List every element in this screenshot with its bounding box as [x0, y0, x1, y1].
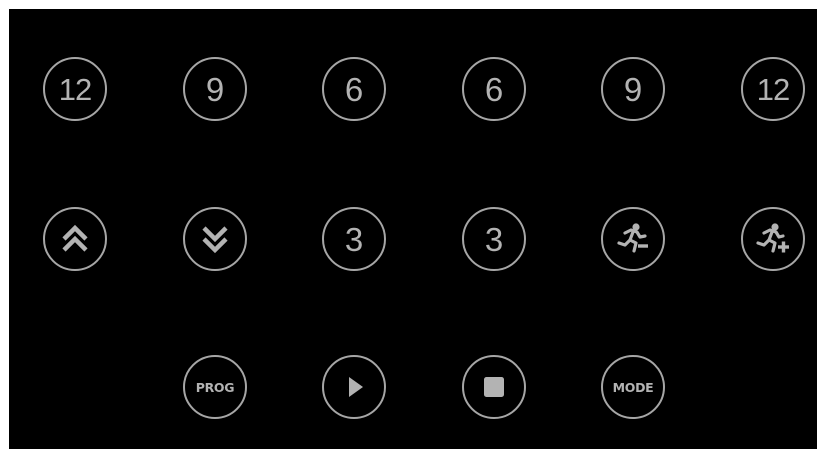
- chevron-double-up-icon: [58, 222, 92, 256]
- speed-down-button[interactable]: [183, 207, 247, 271]
- prog-label: PROG: [195, 379, 235, 395]
- speed-3-button[interactable]: 3: [322, 207, 386, 271]
- mode-button[interactable]: MODE: [601, 355, 665, 419]
- treadmill-control-panel: 12 9 6 6 9 12 3 3 PROG MODE: [9, 9, 817, 449]
- runner-minus-icon: [612, 218, 654, 260]
- button-label: 3: [484, 220, 504, 258]
- button-label: 6: [484, 70, 504, 108]
- button-label: 12: [756, 71, 790, 107]
- incline-3-button[interactable]: 3: [462, 207, 526, 271]
- speed-9-left-button[interactable]: 9: [183, 57, 247, 121]
- runner-minus-button[interactable]: [601, 207, 665, 271]
- prog-button[interactable]: PROG: [183, 355, 247, 419]
- button-label: 6: [344, 70, 364, 108]
- button-label: 9: [205, 70, 225, 108]
- button-label: 9: [623, 70, 643, 108]
- chevron-double-down-icon: [198, 222, 232, 256]
- start-button[interactable]: [322, 355, 386, 419]
- mode-label: MODE: [612, 379, 654, 395]
- play-icon: [339, 372, 369, 402]
- incline-12-right-button[interactable]: 12: [741, 57, 805, 121]
- incline-9-right-button[interactable]: 9: [601, 57, 665, 121]
- runner-plus-button[interactable]: [741, 207, 805, 271]
- button-label: 12: [58, 71, 92, 107]
- speed-up-button[interactable]: [43, 207, 107, 271]
- runner-plus-icon: [752, 218, 794, 260]
- button-label: 3: [344, 220, 364, 258]
- speed-6-left-button[interactable]: 6: [322, 57, 386, 121]
- stop-icon: [479, 372, 509, 402]
- incline-6-right-button[interactable]: 6: [462, 57, 526, 121]
- speed-12-left-button[interactable]: 12: [43, 57, 107, 121]
- stop-button[interactable]: [462, 355, 526, 419]
